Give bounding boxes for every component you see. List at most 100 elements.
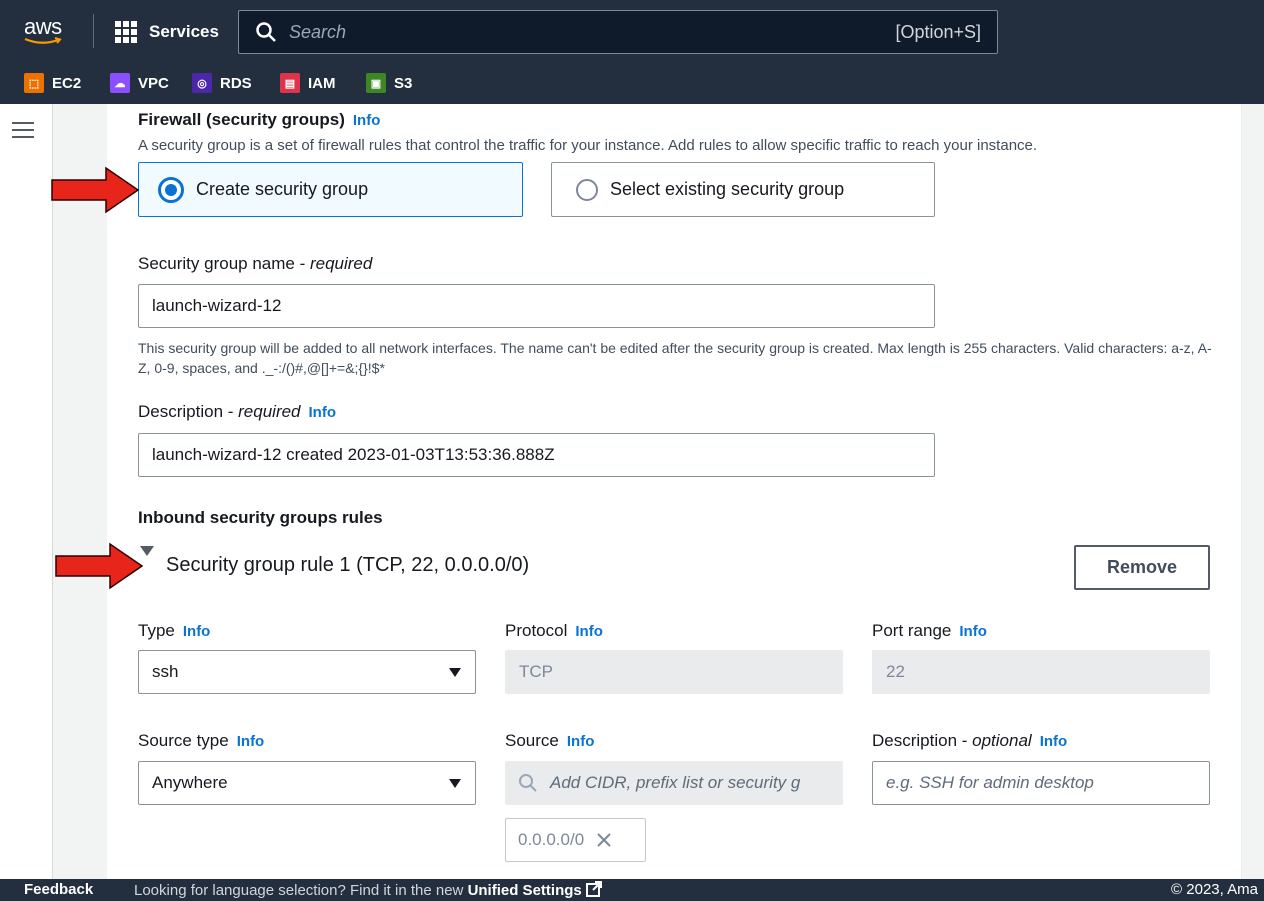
content-gutter-left <box>53 104 107 879</box>
ec2-icon: ⬚ <box>24 73 44 93</box>
external-link-icon <box>585 881 602 897</box>
rds-icon: ◎ <box>192 73 212 93</box>
unified-settings-link[interactable]: Unified Settings <box>468 882 582 899</box>
sg-description-label: Description - required Info <box>138 402 336 422</box>
sg-name-required: required <box>309 254 373 273</box>
red-arrow-annotation <box>55 542 144 590</box>
favorite-label: IAM <box>308 74 336 92</box>
firewall-title: Firewall (security groups) <box>138 110 345 129</box>
security-group-rule-title[interactable]: Security group rule 1 (TCP, 22, 0.0.0.0/… <box>166 554 529 577</box>
port-range-label-text: Port range <box>872 621 952 640</box>
type-select-value: ssh <box>152 662 179 681</box>
sg-name-input[interactable]: launch-wizard-12 <box>138 284 935 328</box>
radio-selected-icon[interactable] <box>158 176 184 203</box>
source-label: Source Info <box>505 731 594 751</box>
port-range-value: 22 <box>886 662 905 681</box>
search-icon <box>519 774 537 792</box>
firewall-heading: Firewall (security groups) Info <box>138 110 380 130</box>
services-menu-button[interactable]: Services <box>115 20 219 44</box>
protocol-field: TCP <box>505 650 843 694</box>
source-type-label: Source type Info <box>138 731 264 751</box>
sg-description-label-text: Description - <box>138 402 239 421</box>
menu-icon[interactable] <box>12 122 34 140</box>
search-shortcut-hint: [Option+S] <box>895 22 981 42</box>
source-type-label-text: Source type <box>138 731 229 750</box>
source-placeholder: Add CIDR, prefix list or security g <box>550 773 801 792</box>
favorite-s3[interactable]: ▣ S3 <box>366 71 412 95</box>
source-cidr-value: 0.0.0.0/0 <box>518 830 585 849</box>
nav-divider <box>93 14 94 48</box>
source-type-value: Anywhere <box>152 773 228 792</box>
favorite-label: VPC <box>138 74 169 92</box>
rule-description-info-link[interactable]: Info <box>1040 733 1068 750</box>
footer-bar: Feedback Looking for language selection?… <box>0 879 1264 901</box>
protocol-value: TCP <box>519 662 553 681</box>
favorite-label: EC2 <box>52 74 82 92</box>
type-label: Type Info <box>138 621 210 641</box>
aws-logo[interactable]: aws <box>22 12 72 48</box>
feedback-link[interactable]: Feedback <box>24 881 93 898</box>
aws-smile-icon <box>24 37 62 44</box>
favorite-rds[interactable]: ◎ RDS <box>192 71 252 95</box>
create-security-group-option[interactable]: Create security group <box>138 162 523 217</box>
close-icon[interactable] <box>596 832 612 848</box>
source-info-link[interactable]: Info <box>567 733 595 750</box>
top-navigation: aws Services Search [Option+S] ⬚ EC2 ☁ V… <box>0 0 1264 104</box>
favorites-bar: ⬚ EC2 ☁ VPC ◎ RDS ▤ IAM ▣ S3 <box>0 62 1264 104</box>
red-arrow-annotation <box>51 166 140 214</box>
content-gutter-right <box>1241 104 1264 879</box>
select-existing-security-group-option[interactable]: Select existing security group <box>551 162 935 217</box>
port-range-label: Port range Info <box>872 621 987 641</box>
rule-description-label: Description - optional Info <box>872 731 1067 751</box>
select-existing-security-group-label: Select existing security group <box>610 179 845 199</box>
s3-icon: ▣ <box>366 73 386 93</box>
search-placeholder: Search <box>289 22 347 42</box>
rule-description-optional: optional <box>972 731 1032 750</box>
sg-description-required: required <box>238 402 301 421</box>
search-input[interactable]: Search [Option+S] <box>238 10 998 54</box>
protocol-info-link[interactable]: Info <box>575 623 603 640</box>
radio-unselected-icon[interactable] <box>576 178 598 201</box>
remove-rule-button[interactable]: Remove <box>1074 545 1210 590</box>
type-info-link[interactable]: Info <box>183 623 211 640</box>
protocol-label: Protocol Info <box>505 621 603 641</box>
protocol-label-text: Protocol <box>505 621 568 640</box>
source-cidr-token: 0.0.0.0/0 <box>505 818 646 862</box>
rule-description-placeholder: e.g. SSH for admin desktop <box>886 773 1094 792</box>
vpc-icon: ☁ <box>110 73 130 93</box>
favorite-ec2[interactable]: ⬚ EC2 <box>24 71 81 95</box>
footer-message: Looking for language selection? Find it … <box>134 881 602 899</box>
rule-description-input[interactable]: e.g. SSH for admin desktop <box>872 761 1210 805</box>
chevron-down-icon <box>449 668 461 677</box>
type-label-text: Type <box>138 621 175 640</box>
source-search-input[interactable]: Add CIDR, prefix list or security g <box>505 761 843 805</box>
favorite-label: S3 <box>394 74 413 92</box>
sg-description-value: launch-wizard-12 created 2023-01-03T13:5… <box>152 445 555 464</box>
chevron-down-icon <box>449 779 461 788</box>
search-icon <box>256 22 276 42</box>
footer-message-text: Looking for language selection? Find it … <box>134 882 468 899</box>
sg-description-info-link[interactable]: Info <box>309 404 337 421</box>
favorite-vpc[interactable]: ☁ VPC <box>110 71 169 95</box>
iam-icon: ▤ <box>280 73 300 93</box>
favorite-label: RDS <box>220 74 252 92</box>
copyright-text: © 2023, Ama <box>1171 881 1258 898</box>
firewall-info-link[interactable]: Info <box>353 112 381 129</box>
source-type-select[interactable]: Anywhere <box>138 761 476 805</box>
type-select[interactable]: ssh <box>138 650 476 694</box>
port-range-info-link[interactable]: Info <box>959 623 987 640</box>
port-range-field: 22 <box>872 650 1210 694</box>
source-type-info-link[interactable]: Info <box>237 733 265 750</box>
sg-name-label-text: Security group name - <box>138 254 310 273</box>
inbound-rules-heading: Inbound security groups rules <box>138 508 383 527</box>
services-label: Services <box>149 22 219 41</box>
sg-name-label: Security group name - required <box>138 254 372 274</box>
create-security-group-label: Create security group <box>196 179 369 199</box>
services-grid-icon <box>115 21 137 43</box>
favorite-iam[interactable]: ▤ IAM <box>280 71 336 95</box>
sg-name-value: launch-wizard-12 <box>152 296 282 315</box>
rule-description-label-text: Description - <box>872 731 973 750</box>
firewall-description: A security group is a set of firewall ru… <box>138 137 1038 154</box>
sg-description-input[interactable]: launch-wizard-12 created 2023-01-03T13:5… <box>138 433 935 477</box>
sg-name-helper-text: This security group will be added to all… <box>138 340 1212 376</box>
